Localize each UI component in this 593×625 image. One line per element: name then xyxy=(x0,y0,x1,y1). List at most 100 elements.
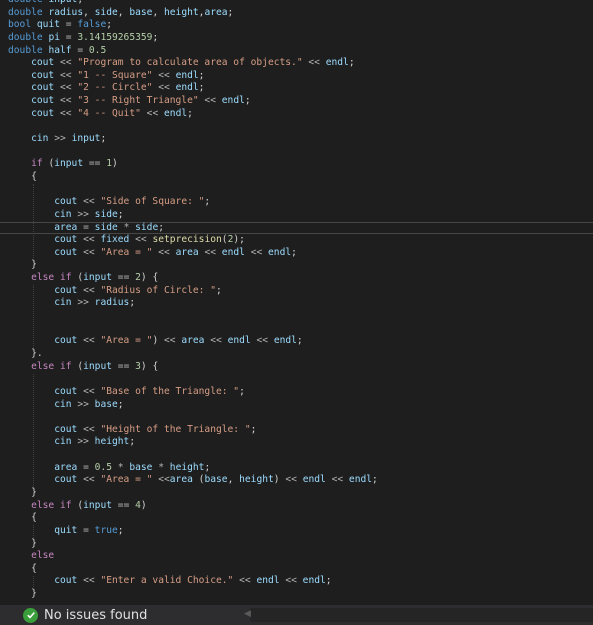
code-token: input xyxy=(54,158,84,170)
code-token: endl xyxy=(164,107,188,119)
code-token: ( xyxy=(192,474,205,486)
code-line[interactable]: double radius, side, base, height,area; xyxy=(0,7,593,20)
code-line[interactable]: cout << "Area = " << area << endl << end… xyxy=(0,247,593,260)
code-token: cout xyxy=(54,575,78,587)
code-line[interactable] xyxy=(0,310,593,323)
code-token: ; xyxy=(227,6,234,18)
code-token: << xyxy=(204,246,217,258)
code-line[interactable]: cout << "2 -- Circle" << endl; xyxy=(0,82,593,95)
code-line[interactable] xyxy=(0,373,593,386)
code-line[interactable]: } xyxy=(0,538,593,551)
code-line[interactable]: cout << "Enter a valid Choice." << endl … xyxy=(0,575,593,588)
code-line[interactable]: else if (input == 2) { xyxy=(0,272,593,285)
code-line[interactable]: cin >> radius; xyxy=(0,297,593,310)
code-line[interactable]: }. xyxy=(0,348,593,361)
code-token: endl xyxy=(175,82,199,94)
code-token: << xyxy=(83,284,95,296)
code-line[interactable] xyxy=(0,120,593,133)
code-token: radius xyxy=(48,6,84,18)
code-token: cout xyxy=(54,335,78,347)
code-line[interactable]: cin >> side; xyxy=(0,209,593,222)
code-token: << xyxy=(164,335,176,347)
code-token: area xyxy=(54,221,78,233)
check-circle-icon[interactable] xyxy=(23,607,38,623)
code-line[interactable]: { xyxy=(0,512,593,525)
code-token: ; xyxy=(152,31,159,43)
code-token: << xyxy=(308,57,320,69)
code-token: base xyxy=(129,461,153,473)
code-line[interactable]: cout << "4 -- Quit" << endl; xyxy=(0,108,593,121)
code-line[interactable]: double input; xyxy=(0,0,593,7)
code-token: } xyxy=(8,537,37,549)
code-line[interactable]: cout << "Radius of Circle: "; xyxy=(0,285,593,298)
code-token: == xyxy=(117,360,130,372)
code-line[interactable]: else if (input == 4) xyxy=(0,500,593,513)
code-line[interactable]: { xyxy=(0,171,593,184)
code-line[interactable]: cin >> height; xyxy=(0,436,593,449)
code-token: ; xyxy=(117,398,124,410)
code-token: area xyxy=(54,461,78,473)
code-token: else xyxy=(31,550,55,562)
code-token: << xyxy=(239,575,251,587)
code-token: ; xyxy=(106,19,113,31)
code-line[interactable]: bool quit = false; xyxy=(0,19,593,32)
code-line[interactable]: cout << "3 -- Right Triangle" << endl; xyxy=(0,95,593,108)
code-line[interactable]: } xyxy=(0,588,593,601)
code-line[interactable]: cin >> base; xyxy=(0,399,593,412)
code-line[interactable]: cout << "Height of the Triangle: "; xyxy=(0,424,593,437)
code-line[interactable]: { xyxy=(0,563,593,576)
code-token: ; xyxy=(129,297,136,309)
code-token: "Side of Square: " xyxy=(100,196,205,208)
horizontal-scrollbar[interactable] xyxy=(250,608,593,622)
code-line[interactable]: cout << "Program to calculate area of ob… xyxy=(0,57,593,70)
code-line[interactable]: area = side * side; xyxy=(0,221,593,235)
issues-status-text[interactable]: No issues found xyxy=(44,608,147,623)
code-line[interactable]: double pi = 3.14159265359; xyxy=(0,32,593,45)
code-line[interactable]: if (input == 1) xyxy=(0,158,593,171)
code-line[interactable]: else xyxy=(0,550,593,563)
code-token: "1 -- Square" xyxy=(77,69,153,81)
code-line[interactable] xyxy=(0,184,593,197)
code-token: ; xyxy=(77,0,83,5)
code-line[interactable] xyxy=(0,411,593,424)
code-editor[interactable]: double input;double radius, side, base, … xyxy=(0,0,593,604)
code-line[interactable]: else if (input == 3) { xyxy=(0,361,593,374)
code-token: == xyxy=(117,499,130,511)
code-token: }. xyxy=(8,347,43,359)
code-token: if xyxy=(31,158,43,170)
code-line[interactable] xyxy=(0,449,593,462)
code-token: cout xyxy=(54,234,78,246)
code-token: endl xyxy=(221,246,245,258)
code-token: << xyxy=(158,246,170,258)
code-token: << xyxy=(158,82,170,94)
scroll-left-icon[interactable]: ◀ xyxy=(244,609,251,619)
code-line[interactable] xyxy=(0,323,593,336)
code-line[interactable]: cout << "Area = " <<area (base, height) … xyxy=(0,474,593,487)
code-line[interactable]: double half = 0.5 xyxy=(0,45,593,58)
code-line[interactable]: cout << "Side of Square: "; xyxy=(0,196,593,209)
code-line[interactable]: cout << "Area = ") << area << endl << en… xyxy=(0,335,593,348)
code-line[interactable]: cout << fixed << setprecision(2); xyxy=(0,234,593,247)
code-line[interactable]: quit = true; xyxy=(0,525,593,538)
code-token: == xyxy=(117,272,130,284)
code-token: pi xyxy=(48,31,60,43)
code-line[interactable]: cin >> input; xyxy=(0,133,593,146)
code-line[interactable]: } xyxy=(0,487,593,500)
code-token: if xyxy=(60,272,72,284)
code-token: height xyxy=(239,474,274,486)
code-token: ; xyxy=(250,423,257,435)
code-token: ; xyxy=(215,284,222,296)
code-line[interactable]: cout << "Base of the Triangle: "; xyxy=(0,386,593,399)
code-line[interactable]: area = 0.5 * base * height; xyxy=(0,462,593,475)
code-line[interactable]: cout << "1 -- Square" << endl; xyxy=(0,70,593,83)
code-token: "Radius of Circle: " xyxy=(100,284,216,296)
code-token: area xyxy=(181,335,205,347)
code-token: "4 -- Quit" xyxy=(77,107,141,119)
code-line[interactable] xyxy=(0,146,593,159)
code-line[interactable]: } xyxy=(0,259,593,272)
code-token: << xyxy=(210,335,222,347)
